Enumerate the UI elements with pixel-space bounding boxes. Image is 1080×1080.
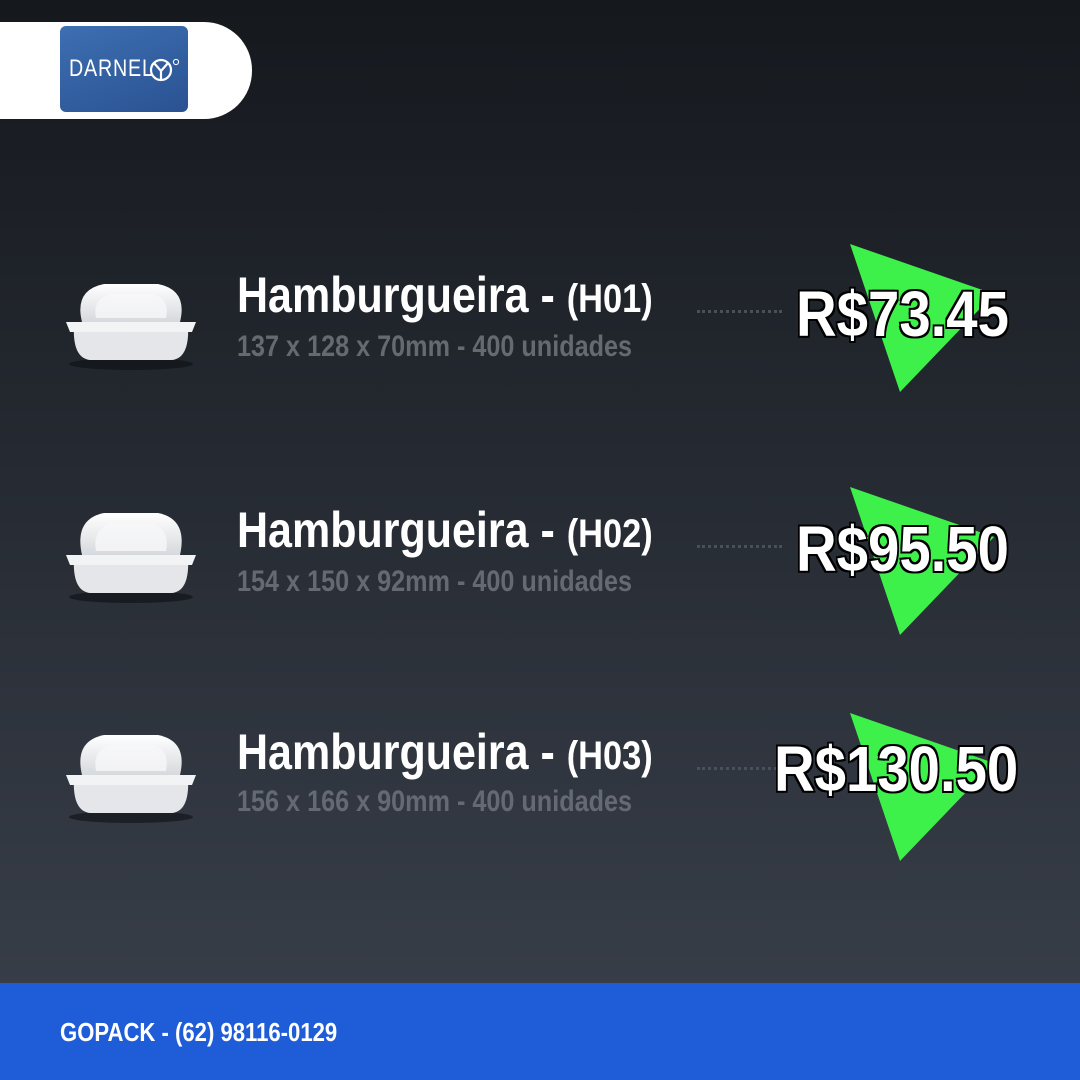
dotted-leader	[697, 545, 782, 548]
logo-mark-icon	[149, 58, 180, 82]
product-name: Hamburgueira -	[237, 724, 567, 780]
product-code: (H03)	[566, 734, 653, 778]
product-dimensions: 137 x 128 x 70mm - 400 unidades	[237, 330, 633, 363]
product-title: Hamburgueira - (H03)	[237, 727, 653, 777]
product-name: Hamburgueira -	[237, 267, 567, 323]
product-title: Hamburgueira - (H01)	[237, 270, 653, 320]
product-dimensions: 154 x 150 x 92mm - 400 unidades	[237, 565, 633, 598]
logo-text: DARNEL	[69, 55, 154, 82]
product-price: R$73.45	[795, 278, 1011, 350]
product-row: Hamburgueira - (H01) 137 x 128 x 70mm - …	[0, 244, 1080, 420]
foam-clamshell-icon	[66, 284, 196, 370]
product-code: (H02)	[566, 512, 653, 556]
foam-clamshell-icon	[66, 735, 196, 823]
logo-tab: DARNEL	[0, 22, 252, 119]
product-dimensions: 156 x 166 x 90mm - 400 unidades	[237, 785, 633, 818]
product-code: (H01)	[566, 277, 653, 321]
dotted-leader	[697, 310, 782, 313]
footer-bar: GOPACK - (62) 98116-0129	[0, 983, 1080, 1080]
product-title: Hamburgueira - (H02)	[237, 505, 653, 555]
footer-contact: GOPACK - (62) 98116-0129	[60, 1017, 338, 1047]
product-price: R$130.50	[773, 733, 1020, 805]
product-price: R$95.50	[795, 513, 1011, 585]
product-row: Hamburgueira - (H03) 156 x 166 x 90mm - …	[0, 713, 1080, 877]
darnel-logo: DARNEL	[60, 26, 188, 112]
foam-clamshell-icon	[66, 513, 196, 603]
dotted-leader	[697, 767, 782, 770]
product-row: Hamburgueira - (H02) 154 x 150 x 92mm - …	[0, 487, 1080, 655]
product-name: Hamburgueira -	[237, 502, 567, 558]
